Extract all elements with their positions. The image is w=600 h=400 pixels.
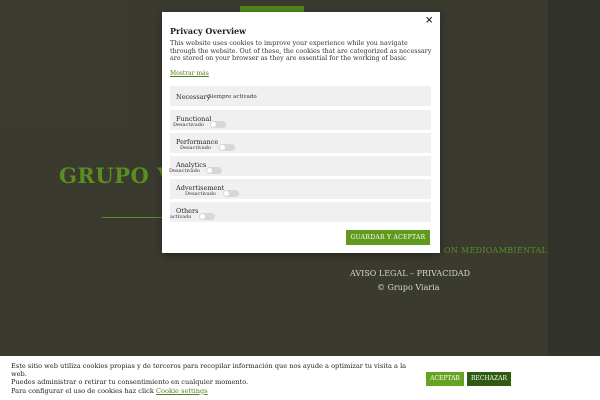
category-label: Necessary — [176, 93, 211, 101]
always-enabled-text: Siempre activado — [208, 94, 257, 100]
toggle-status-text: activado — [170, 214, 192, 220]
show-more-link[interactable]: Mostrar más — [170, 70, 209, 77]
privacy-overview-modal: × Privacy Overview This website uses coo… — [162, 12, 440, 253]
cookie-consent-bar: Este sitio web utiliza cookies propias y… — [0, 356, 600, 400]
reject-button[interactable]: RECHAZAR — [467, 372, 511, 386]
category-performance[interactable]: Performance Desactivado — [170, 133, 431, 153]
category-advertisement[interactable]: Advertisement Desactivado — [170, 179, 431, 199]
toggle-status-text: Desactivado — [180, 145, 211, 151]
cookie-bar-line: Puedes administrar o retirar tu consenti… — [11, 378, 249, 387]
analytics-toggle[interactable] — [206, 167, 222, 174]
category-functional[interactable]: Functional Desactivado — [170, 110, 431, 130]
cookie-settings-link[interactable]: Cookie settings — [156, 387, 208, 395]
category-analytics[interactable]: Analytics Desactivado — [169, 156, 431, 176]
cookie-bar-line: Este sitio web utiliza cookies propias y… — [11, 362, 407, 379]
privacy-description: This website uses cookies to improve you… — [170, 40, 432, 63]
category-others[interactable]: Others activado — [170, 202, 431, 222]
toggle-status-text: Desactivado — [185, 191, 216, 197]
toggle-status-text: Desactivado — [169, 168, 200, 174]
save-and-accept-button[interactable]: GUARDAR Y ACEPTAR — [346, 230, 430, 245]
cookie-bar-line: Para configurar el uso de cookies haz cl… — [11, 387, 416, 395]
toggle-status-text: Desactivado — [173, 122, 204, 128]
performance-toggle[interactable] — [219, 144, 235, 151]
cookie-bar-text: Este sitio web utiliza cookies propias y… — [11, 362, 416, 395]
others-toggle[interactable] — [199, 213, 215, 220]
accept-button[interactable]: ACEPTAR — [426, 372, 464, 386]
modal-title: Privacy Overview — [170, 26, 246, 36]
cookie-bar-line-text: Para configurar el uso de cookies haz cl… — [11, 386, 154, 395]
functional-toggle[interactable] — [210, 121, 226, 128]
close-icon[interactable]: × — [425, 15, 433, 26]
advertisement-toggle[interactable] — [223, 190, 239, 197]
category-necessary[interactable]: Necessary Siempre activado — [170, 86, 431, 106]
